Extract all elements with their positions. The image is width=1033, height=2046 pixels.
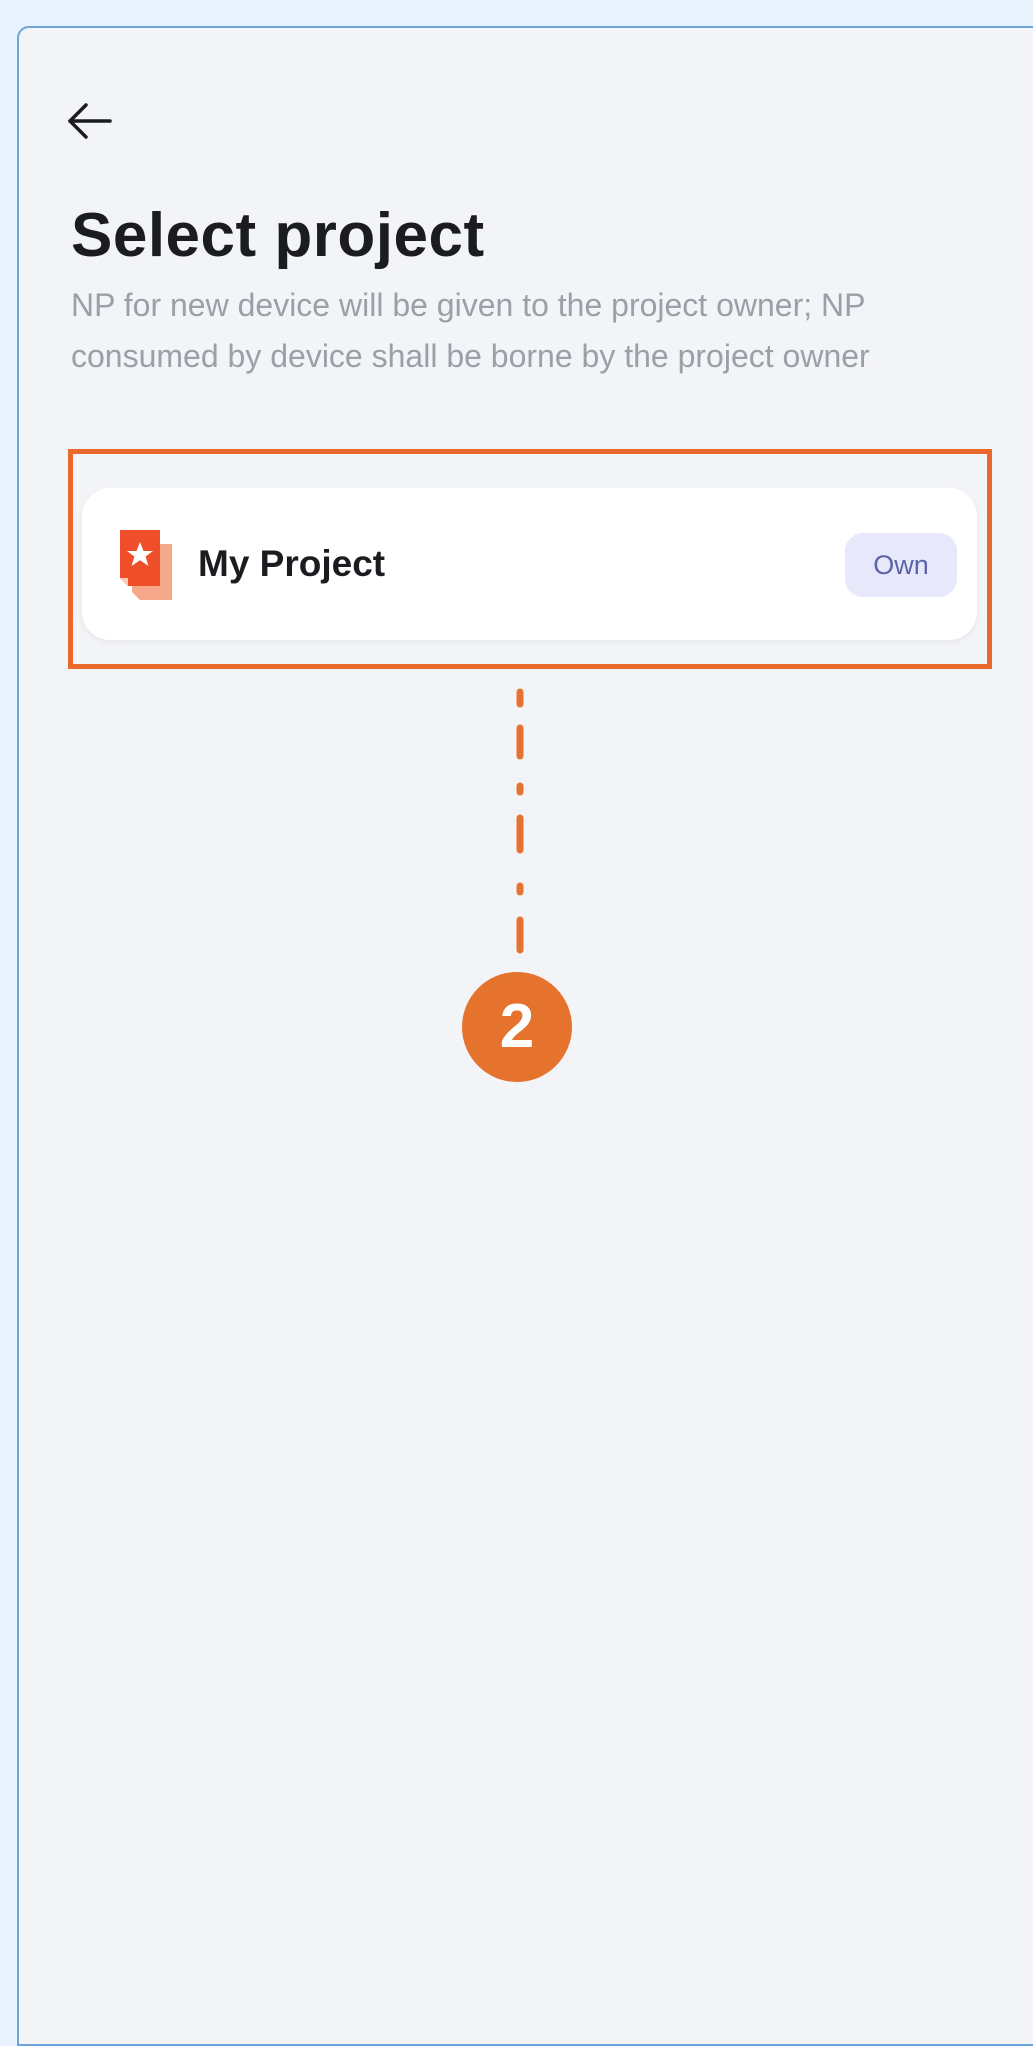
page-title: Select project: [71, 201, 485, 270]
project-item-my-project[interactable]: My Project Own: [82, 488, 977, 640]
project-star-icon: [120, 530, 172, 600]
page-subtitle: NP for new device will be given to the p…: [71, 287, 870, 374]
step-number-badge: 2: [462, 972, 572, 1082]
back-button[interactable]: [64, 95, 116, 147]
project-name: My Project: [198, 543, 386, 584]
arrow-left-icon: [68, 103, 112, 139]
dash-dot-connector: [516, 688, 524, 954]
own-badge: Own: [845, 533, 957, 597]
